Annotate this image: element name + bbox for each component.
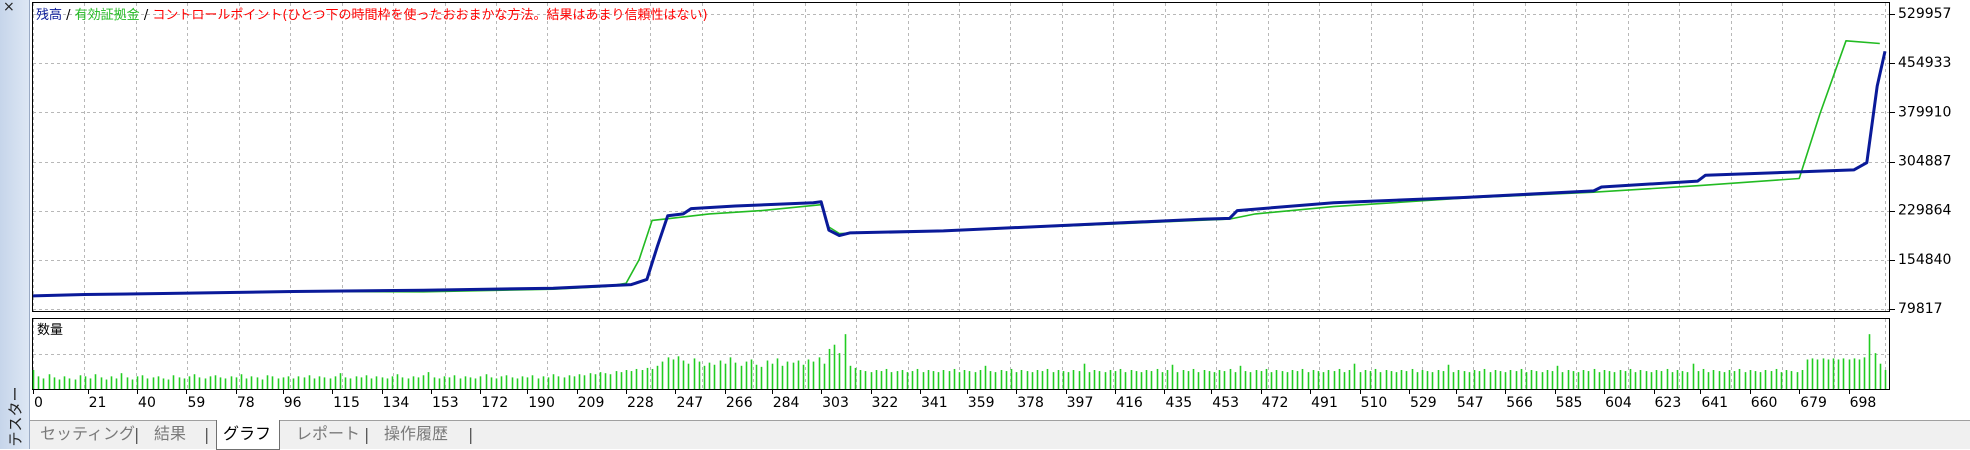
- tab-separator: |: [364, 425, 370, 444]
- tab-separator: |: [468, 425, 474, 444]
- close-icon[interactable]: ×: [3, 0, 15, 14]
- tab-separator: |: [204, 425, 210, 444]
- legend-entry: コントロールポイント(ひとつ下の時間枠を使ったおおまかな方法。結果はあまり信頼性…: [152, 7, 707, 23]
- tab-report[interactable]: レポート: [290, 421, 366, 449]
- legend-entry: /: [62, 8, 75, 23]
- y-tick-label: 379910: [1898, 104, 1951, 120]
- x-tick-label: 115: [333, 395, 360, 411]
- legend-entry: 残高: [36, 7, 62, 23]
- y-tick-label: 79817: [1898, 301, 1943, 317]
- x-tick-label: 59: [187, 395, 205, 411]
- x-tick-label: 529: [1410, 395, 1437, 411]
- tab-results[interactable]: 結果: [148, 421, 192, 449]
- x-tick-label: 322: [872, 395, 899, 411]
- y-tick-label: 304887: [1898, 154, 1951, 170]
- x-tick-label: 341: [921, 395, 948, 411]
- x-tick-label: 660: [1751, 395, 1778, 411]
- tester-side-panel: × テスター: [0, 0, 30, 449]
- x-tick-label: 228: [627, 395, 654, 411]
- x-tick-label: 153: [432, 395, 459, 411]
- tab-journal[interactable]: 操作履歴: [378, 421, 454, 449]
- x-tick-label: 453: [1212, 395, 1239, 411]
- x-tick-label: 284: [773, 395, 800, 411]
- x-tick-label: 209: [578, 395, 605, 411]
- x-tick-label: 641: [1701, 395, 1728, 411]
- panel-title: テスター: [1, 386, 29, 446]
- x-tick-label: 378: [1017, 395, 1044, 411]
- x-tick-label: 566: [1506, 395, 1533, 411]
- x-tick-label: 247: [676, 395, 703, 411]
- x-tick-label: 510: [1361, 395, 1388, 411]
- chart-legend: 残高 / 有効証拠金 / コントロールポイント(ひとつ下の時間枠を使ったおおまか…: [36, 7, 708, 23]
- x-tick-label: 303: [822, 395, 849, 411]
- y-tick-label: 529957: [1898, 6, 1951, 22]
- tester-tab-bar: セッティング | 結果 | グラフ レポート | 操作履歴 |: [30, 420, 1970, 450]
- x-tick-label: 266: [726, 395, 753, 411]
- tab-settings[interactable]: セッティング: [34, 421, 141, 449]
- x-tick-label: 190: [528, 395, 555, 411]
- x-tick-label: 547: [1457, 395, 1484, 411]
- tab-graph[interactable]: グラフ: [216, 420, 280, 450]
- legend-entry: 有効証拠金: [75, 7, 140, 23]
- x-tick-label: 698: [1850, 395, 1877, 411]
- x-tick-label: 416: [1116, 395, 1143, 411]
- y-tick-label: 154840: [1898, 252, 1951, 268]
- main-panel-frame: [32, 2, 1890, 312]
- x-tick-label: 78: [237, 395, 255, 411]
- x-tick-label: 604: [1605, 395, 1632, 411]
- x-tick-label: 472: [1262, 395, 1289, 411]
- volume-panel-title: 数量: [37, 323, 63, 338]
- x-tick-label: 134: [383, 395, 410, 411]
- x-tick-label: 491: [1311, 395, 1338, 411]
- x-tick-label: 623: [1655, 395, 1682, 411]
- x-tick-label: 397: [1067, 395, 1094, 411]
- x-tick-label: 679: [1800, 395, 1827, 411]
- x-tick-label: 21: [89, 395, 107, 411]
- x-tick-label: 40: [138, 395, 156, 411]
- y-tick-label: 229864: [1898, 203, 1952, 219]
- x-tick-label: 0: [34, 395, 43, 411]
- x-tick-label: 435: [1165, 395, 1192, 411]
- x-tick-label: 359: [968, 395, 995, 411]
- x-tick-label: 585: [1556, 395, 1583, 411]
- x-tick-label: 96: [284, 395, 302, 411]
- x-tick-label: 172: [481, 395, 508, 411]
- tab-separator: |: [134, 425, 140, 444]
- panel-title-text: テスター: [6, 385, 25, 447]
- legend-entry: /: [140, 8, 153, 23]
- y-tick-label: 454933: [1898, 55, 1951, 71]
- tester-graph: 529957 454933 379910 304887 229864 154840 7981…: [32, 2, 1952, 411]
